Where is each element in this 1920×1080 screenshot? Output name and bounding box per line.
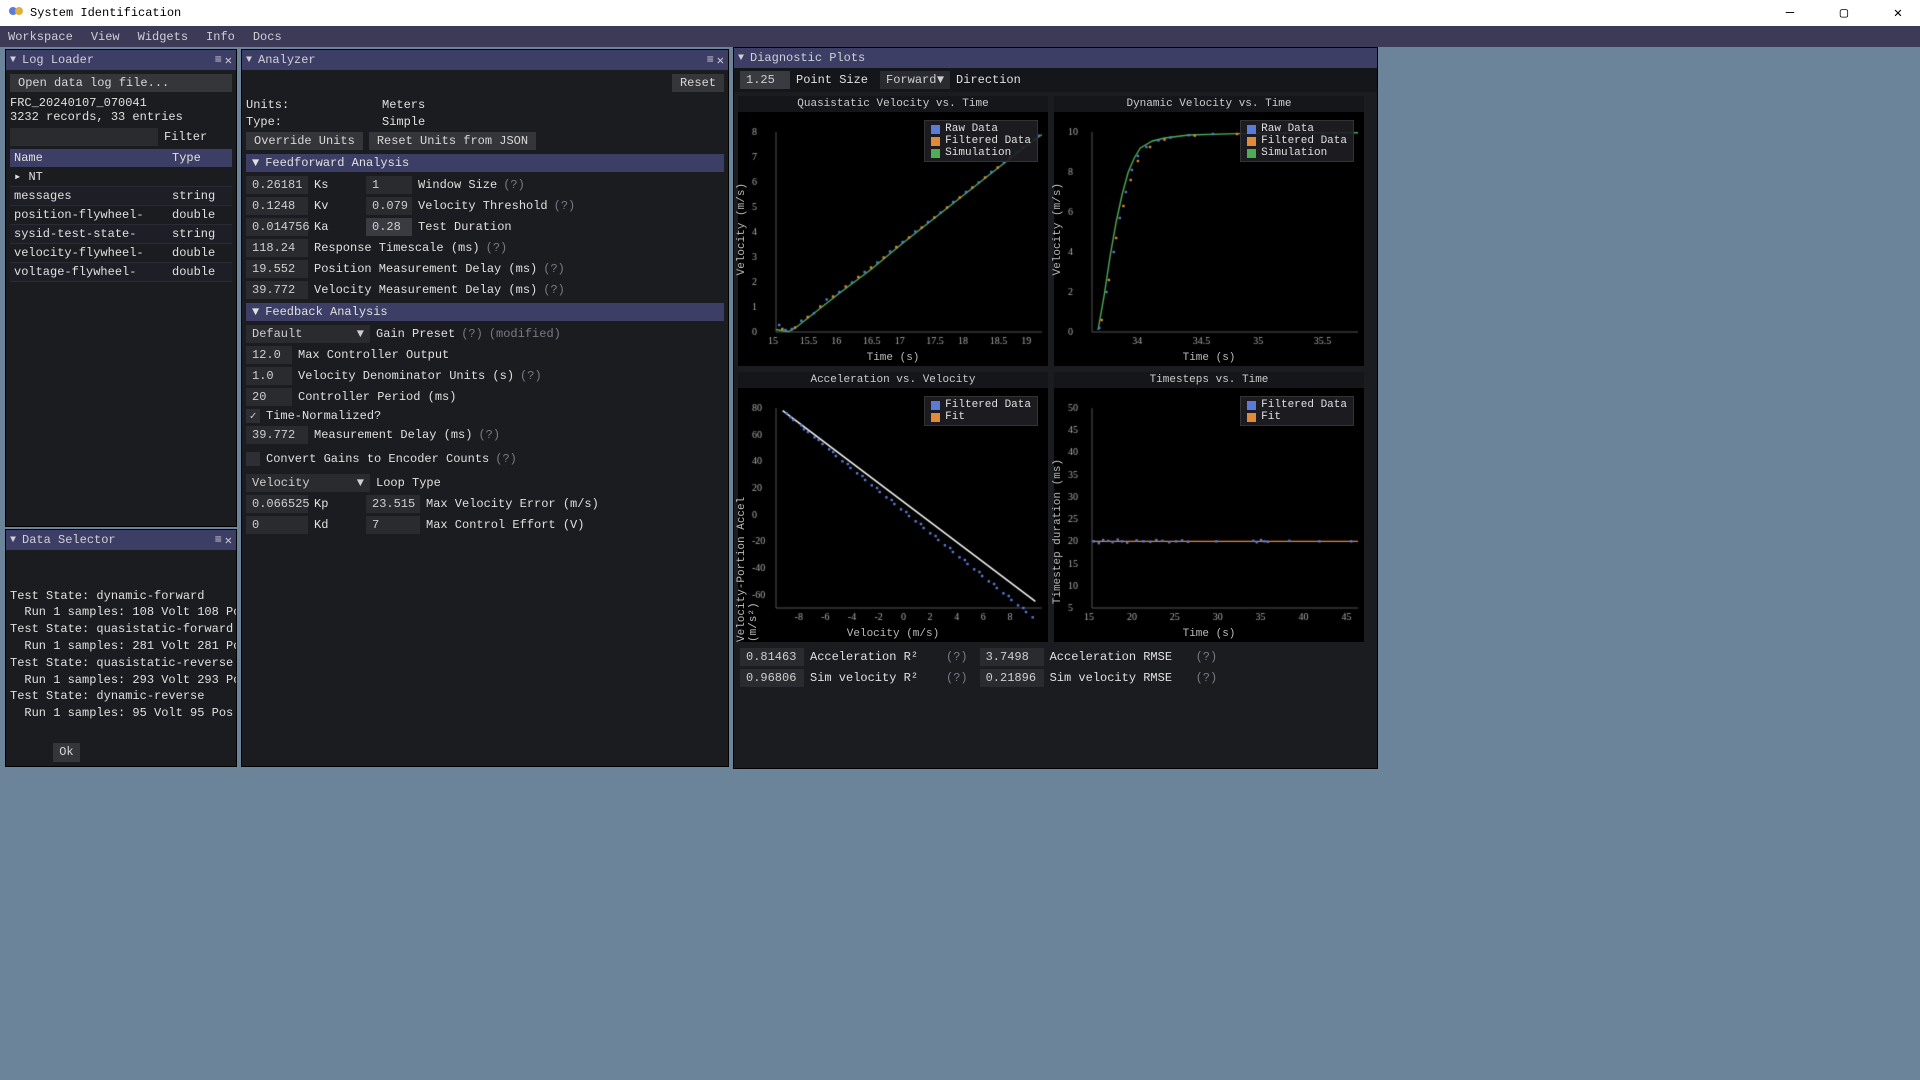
maxvelerr-input[interactable]: 23.515	[366, 495, 420, 513]
pos-delay-value[interactable]: 19.552	[246, 260, 308, 278]
ks-value[interactable]: 0.26181	[246, 176, 308, 194]
list-item: Test State: dynamic-forward	[10, 588, 232, 605]
panel-minimize-icon[interactable]: ≡	[215, 53, 219, 67]
filter-input[interactable]	[10, 128, 158, 146]
table-row[interactable]: position-flywheel-double	[10, 206, 232, 225]
vel-delay-value[interactable]: 39.772	[246, 281, 308, 299]
panel-minimize-icon[interactable]: ≡	[707, 53, 711, 67]
kv-value[interactable]: 0.1248	[246, 197, 308, 215]
collapse-icon[interactable]: ▼	[10, 535, 16, 546]
list-item: Run 1 samples: 281 Volt 281 Pos	[10, 638, 232, 655]
plot-title: Timesteps vs. Time	[1054, 372, 1364, 388]
feedback-header[interactable]: ▼Feedback Analysis	[246, 303, 724, 321]
log-record-count: 3232 records, 33 entries	[10, 110, 232, 124]
panel-title: Diagnostic Plots	[750, 51, 865, 65]
collapse-icon[interactable]: ▼	[10, 55, 16, 66]
list-item: Run 1 samples: 95 Volt 95 Pos 9	[10, 705, 232, 722]
kd-value[interactable]: 0	[246, 516, 308, 534]
collapse-icon[interactable]: ▼	[246, 55, 252, 66]
logloader-panel: ▼ Log Loader ≡ ✕ Open data log file... F…	[5, 49, 237, 527]
reset-button[interactable]: Reset	[672, 74, 724, 92]
plot-title: Quasistatic Velocity vs. Time	[738, 96, 1048, 112]
log-table-header: Name Type	[10, 149, 232, 167]
app-icon	[8, 3, 24, 23]
ka-value[interactable]: 0.014756	[246, 218, 308, 236]
open-log-button[interactable]: Open data log file...	[10, 74, 232, 92]
table-row[interactable]: ▸ NT	[10, 167, 232, 187]
maxout-input[interactable]: 12.0	[246, 346, 292, 364]
plot-title: Dynamic Velocity vs. Time	[1054, 96, 1364, 112]
resp-ts-value[interactable]: 118.24	[246, 239, 308, 257]
menubar: Workspace View Widgets Info Docs	[0, 26, 1920, 47]
table-row[interactable]: voltage-flywheel-double	[10, 263, 232, 282]
reset-units-button[interactable]: Reset Units from JSON	[369, 132, 536, 150]
plot-timestep[interactable]: Timesteps vs. Time Timestep duration (ms…	[1054, 372, 1364, 642]
filter-label: Filter	[164, 130, 207, 144]
minimize-icon[interactable]: —	[1776, 5, 1804, 22]
plot-dynamic[interactable]: Dynamic Velocity vs. Time Velocity (m/s)…	[1054, 96, 1364, 366]
menu-workspace[interactable]: Workspace	[8, 30, 73, 44]
plot-title: Acceleration vs. Velocity	[738, 372, 1048, 388]
kp-value[interactable]: 0.066525	[246, 495, 308, 513]
vthresh-input[interactable]: 0.079	[366, 197, 412, 215]
plot-accvel[interactable]: Acceleration vs. Velocity Velocity-Porti…	[738, 372, 1048, 642]
menu-widgets[interactable]: Widgets	[138, 30, 188, 44]
feedforward-header[interactable]: ▼Feedforward Analysis	[246, 154, 724, 172]
log-filename: FRC_20240107_070041	[10, 96, 232, 110]
collapse-icon[interactable]: ▼	[738, 53, 744, 64]
panel-close-icon[interactable]: ✕	[225, 53, 232, 68]
panel-title: Log Loader	[22, 53, 94, 67]
looptype-select[interactable]: Velocity▼	[246, 474, 370, 492]
timenorm-checkbox[interactable]	[246, 409, 260, 423]
menu-info[interactable]: Info	[206, 30, 235, 44]
panel-close-icon[interactable]: ✕	[717, 53, 724, 68]
panel-title: Analyzer	[258, 53, 316, 67]
maxctrl-input[interactable]: 7	[366, 516, 420, 534]
table-row[interactable]: sysid-test-state-string	[10, 225, 232, 244]
veldenom-input[interactable]: 1.0	[246, 367, 292, 385]
ok-button[interactable]: Ok	[53, 743, 79, 762]
legend: Filtered DataFit	[924, 396, 1038, 426]
table-row[interactable]: velocity-flywheel-double	[10, 244, 232, 263]
testdur-input[interactable]: 0.28	[366, 218, 412, 236]
menu-docs[interactable]: Docs	[253, 30, 282, 44]
list-item: Test State: quasistatic-reverse	[10, 655, 232, 672]
pointsize-input[interactable]: 1.25	[740, 71, 790, 89]
maximize-icon[interactable]: ▢	[1830, 5, 1858, 22]
window-title: System Identification	[30, 6, 181, 20]
measdelay-input[interactable]: 39.772	[246, 426, 308, 444]
analyzer-panel: ▼ Analyzer ≡ ✕ Reset Units:Meters Type:S…	[241, 49, 729, 767]
dataselector-panel: ▼ Data Selector ≡ ✕ Test State: dynamic-…	[5, 529, 237, 767]
close-icon[interactable]: ✕	[1884, 5, 1912, 22]
panel-close-icon[interactable]: ✕	[225, 533, 232, 548]
legend: Raw DataFiltered DataSimulation	[1240, 120, 1354, 162]
override-units-button[interactable]: Override Units	[246, 132, 363, 150]
ctrlperiod-input[interactable]: 20	[246, 388, 292, 406]
convert-checkbox[interactable]	[246, 452, 260, 466]
direction-select[interactable]: Forward▼	[880, 71, 950, 89]
list-item: Test State: dynamic-reverse	[10, 688, 232, 705]
gain-preset-select[interactable]: Default▼	[246, 325, 370, 343]
window-titlebar: System Identification — ▢ ✕	[0, 0, 1920, 26]
panel-minimize-icon[interactable]: ≡	[215, 533, 219, 547]
sim-r2-value: 0.96806	[740, 669, 804, 687]
winsize-input[interactable]: 1	[366, 176, 412, 194]
sim-rmse-value: 0.21896	[980, 669, 1044, 687]
diagnostic-panel: ▼ Diagnostic Plots 1.25 Point Size Forwa…	[733, 47, 1378, 769]
menu-view[interactable]: View	[91, 30, 120, 44]
plot-quasi[interactable]: Quasistatic Velocity vs. Time Velocity (…	[738, 96, 1048, 366]
list-item: Run 1 samples: 293 Volt 293 Pos	[10, 672, 232, 689]
acc-r2-value: 0.81463	[740, 648, 804, 666]
list-item: Run 1 samples: 108 Volt 108 Pos	[10, 604, 232, 621]
panel-title: Data Selector	[22, 533, 116, 547]
legend: Raw DataFiltered DataSimulation	[924, 120, 1038, 162]
list-item: Test State: quasistatic-forward	[10, 621, 232, 638]
acc-rmse-value: 3.7498	[980, 648, 1044, 666]
legend: Filtered DataFit	[1240, 396, 1354, 426]
table-row[interactable]: messagesstring	[10, 187, 232, 206]
